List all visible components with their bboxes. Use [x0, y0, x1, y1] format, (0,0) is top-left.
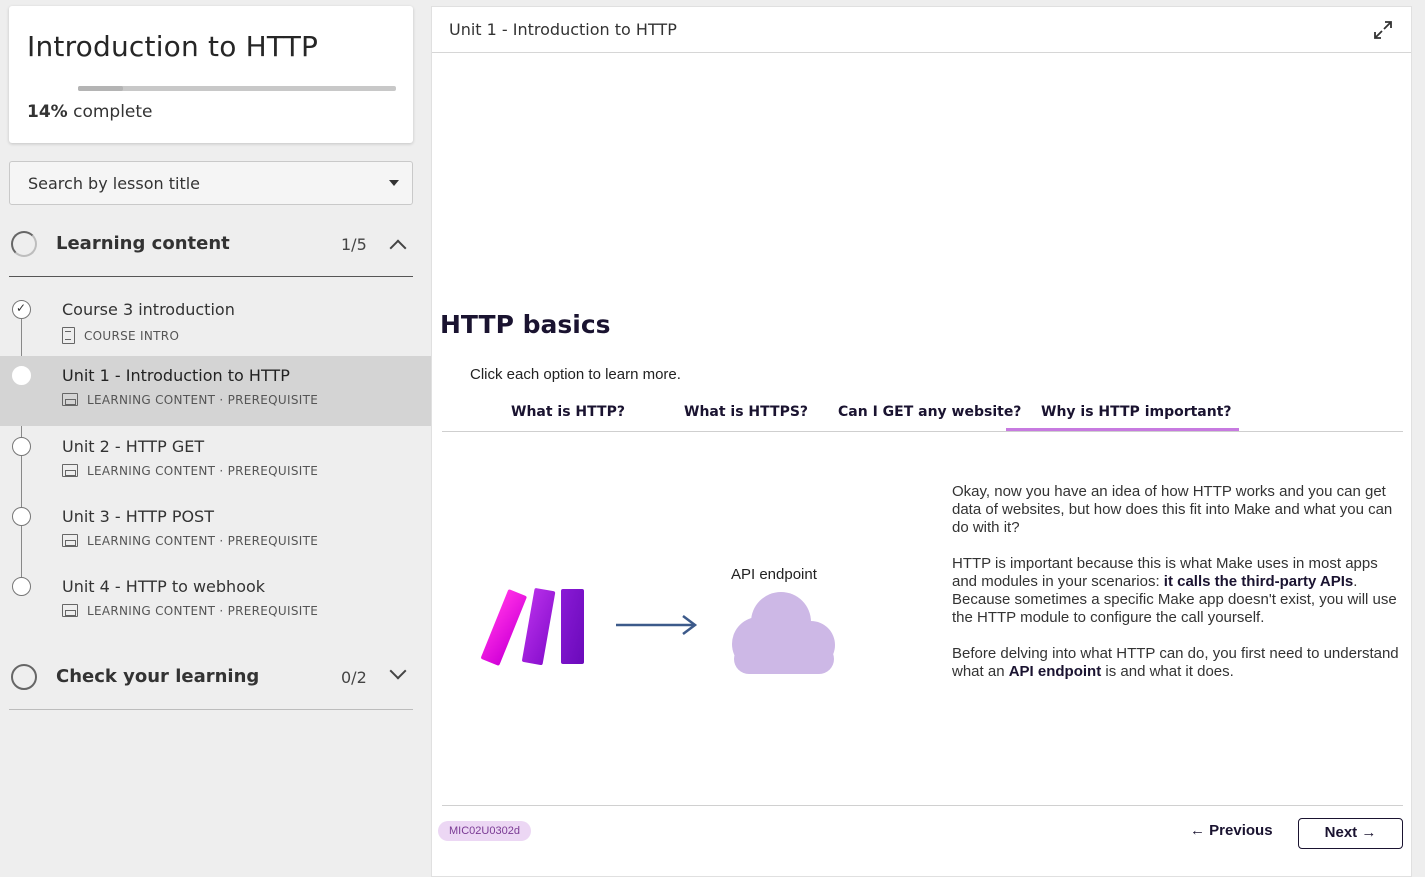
progress-ring-icon — [11, 231, 37, 257]
lesson-title: Unit 2 - HTTP GET — [62, 437, 205, 456]
lesson-meta: COURSE INTRO — [62, 327, 179, 344]
lesson-meta: LEARNING CONTENT · PREREQUISITE — [62, 534, 318, 548]
make-logo-icon — [481, 588, 584, 666]
lesson-meta: LEARNING CONTENT · PREREQUISITE — [62, 393, 318, 407]
lesson-meta-text: COURSE INTRO — [84, 329, 180, 343]
lesson-meta-text: LEARNING CONTENT · PREREQUISITE — [87, 464, 319, 478]
course-card: Introduction to HTTP 14% complete — [9, 6, 413, 143]
section-title: Check your learning — [56, 666, 260, 687]
content-heading: HTTP basics — [440, 310, 611, 339]
screen-icon — [62, 604, 78, 617]
chevron-up-icon[interactable] — [389, 239, 407, 257]
cloud-icon — [732, 592, 835, 674]
search-dropdown[interactable]: Search by lesson title — [9, 161, 413, 205]
section-divider — [9, 709, 413, 710]
lesson-item[interactable]: Unit 3 - HTTP POST LEARNING CONTENT · PR… — [0, 497, 431, 567]
progress-suffix: complete — [67, 102, 153, 122]
screen-icon — [62, 464, 78, 477]
progress-text: 14% complete — [27, 102, 153, 122]
section-title: Learning content — [56, 233, 230, 254]
screen-icon — [62, 393, 78, 406]
section-learning-content[interactable]: Learning content 1/5 — [9, 220, 413, 270]
document-icon — [62, 327, 75, 344]
expand-icon[interactable] — [1373, 20, 1393, 40]
active-tab-indicator — [1006, 428, 1239, 431]
lesson-header: Unit 1 - Introduction to HTTP — [432, 7, 1411, 53]
current-dot-icon — [12, 366, 31, 385]
lesson-title: Unit 3 - HTTP POST — [62, 507, 214, 526]
lesson-meta-text: LEARNING CONTENT · PREREQUISITE — [87, 534, 319, 548]
lesson-meta: LEARNING CONTENT · PREREQUISITE — [62, 464, 318, 478]
next-button[interactable]: Next → — [1298, 818, 1403, 849]
explanation-text: Okay, now you have an idea of how HTTP w… — [952, 483, 1404, 699]
lesson-item-active[interactable]: Unit 1 - Introduction to HTTP LEARNING C… — [0, 356, 431, 426]
lesson-header-title: Unit 1 - Introduction to HTTP — [449, 20, 677, 39]
search-label: Search by lesson title — [28, 174, 201, 193]
caret-down-icon — [389, 180, 399, 186]
lesson-title: Unit 1 - Introduction to HTTP — [62, 366, 290, 385]
tab-can-i-get-any-website[interactable]: Can I GET any website? — [838, 404, 1021, 420]
arrow-right-icon: → — [1357, 824, 1377, 841]
instruction-text: Click each option to learn more. — [470, 366, 681, 383]
empty-dot-icon — [12, 577, 31, 596]
progress-ring-icon — [11, 664, 37, 690]
lesson-panel: Unit 1 - Introduction to HTTP HTTP basic… — [431, 6, 1412, 877]
bold-text: it calls the third-party APIs — [1163, 573, 1354, 590]
empty-dot-icon — [12, 437, 31, 456]
chevron-down-icon[interactable] — [389, 662, 407, 680]
lesson-title: Course 3 introduction — [62, 300, 235, 319]
arrow-right-icon — [616, 615, 698, 635]
paragraph-1: Okay, now you have an idea of how HTTP w… — [952, 483, 1393, 536]
paragraph-2: HTTP is important because this is what M… — [952, 555, 1404, 627]
tab-what-is-https[interactable]: What is HTTPS? — [684, 404, 808, 420]
tab-why-is-http-important[interactable]: Why is HTTP important? — [1041, 404, 1232, 420]
section-divider — [9, 276, 413, 277]
bold-text: API endpoint — [1008, 663, 1102, 680]
lesson-item[interactable]: ✓ Course 3 introduction COURSE INTRO — [0, 290, 431, 360]
course-title: Introduction to HTTP — [27, 30, 319, 63]
lesson-title: Unit 4 - HTTP to webhook — [62, 577, 266, 596]
progress-value: 14% — [27, 102, 68, 122]
api-endpoint-label: API endpoint — [731, 566, 817, 583]
lesson-meta: LEARNING CONTENT · PREREQUISITE — [62, 604, 318, 618]
paragraph-3: Before delving into what HTTP can do, yo… — [952, 645, 1404, 681]
text-span: is and what it does. — [1101, 663, 1234, 680]
footer-divider — [442, 805, 1403, 806]
lesson-item[interactable]: Unit 2 - HTTP GET LEARNING CONTENT · PRE… — [0, 427, 431, 497]
previous-button[interactable]: ← Previous — [1190, 822, 1273, 839]
progress-bar — [78, 86, 396, 91]
previous-label: Previous — [1209, 822, 1273, 839]
sidebar: Introduction to HTTP 14% complete Search… — [0, 0, 431, 877]
progress-fill — [78, 86, 123, 91]
tab-what-is-http[interactable]: What is HTTP? — [511, 404, 625, 420]
section-check-your-learning[interactable]: Check your learning 0/2 — [9, 653, 413, 703]
lesson-item[interactable]: Unit 4 - HTTP to webhook LEARNING CONTEN… — [0, 567, 431, 637]
section-count: 1/5 — [341, 235, 367, 254]
screen-icon — [62, 534, 78, 547]
lesson-meta-text: LEARNING CONTENT · PREREQUISITE — [87, 393, 319, 407]
next-label: Next — [1324, 824, 1358, 841]
checkmark-icon: ✓ — [16, 301, 27, 315]
arrow-left-icon: ← — [1190, 822, 1210, 839]
section-count: 0/2 — [341, 668, 367, 687]
tab-bar: What is HTTP? What is HTTPS? Can I GET a… — [442, 402, 1403, 432]
lesson-meta-text: LEARNING CONTENT · PREREQUISITE — [87, 604, 319, 618]
lesson-code-badge: MIC02U0302d — [438, 821, 531, 841]
empty-dot-icon — [12, 507, 31, 526]
